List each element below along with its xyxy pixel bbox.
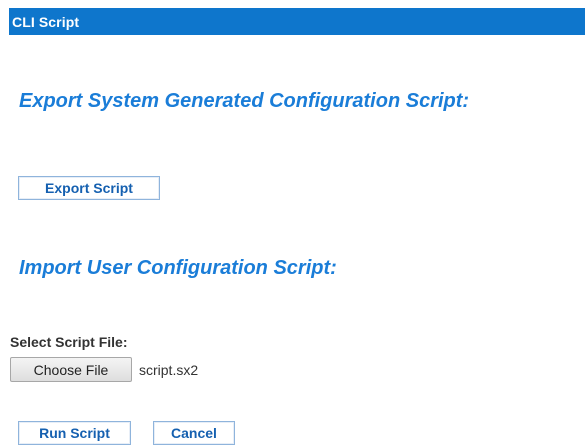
run-script-button[interactable]: Run Script — [18, 421, 131, 445]
export-script-button[interactable]: Export Script — [18, 176, 160, 200]
selected-file-name: script.sx2 — [139, 361, 199, 378]
export-section-heading: Export System Generated Configuration Sc… — [19, 90, 470, 112]
select-script-file-label: Select Script File: — [10, 334, 128, 350]
file-picker: Choose File script.sx2 — [10, 357, 198, 382]
header-bar: CLI Script — [9, 8, 585, 35]
cancel-button[interactable]: Cancel — [153, 421, 235, 445]
import-section-heading: Import User Configuration Script: — [19, 257, 337, 279]
choose-file-button[interactable]: Choose File — [10, 357, 132, 382]
page-title: CLI Script — [12, 13, 80, 30]
